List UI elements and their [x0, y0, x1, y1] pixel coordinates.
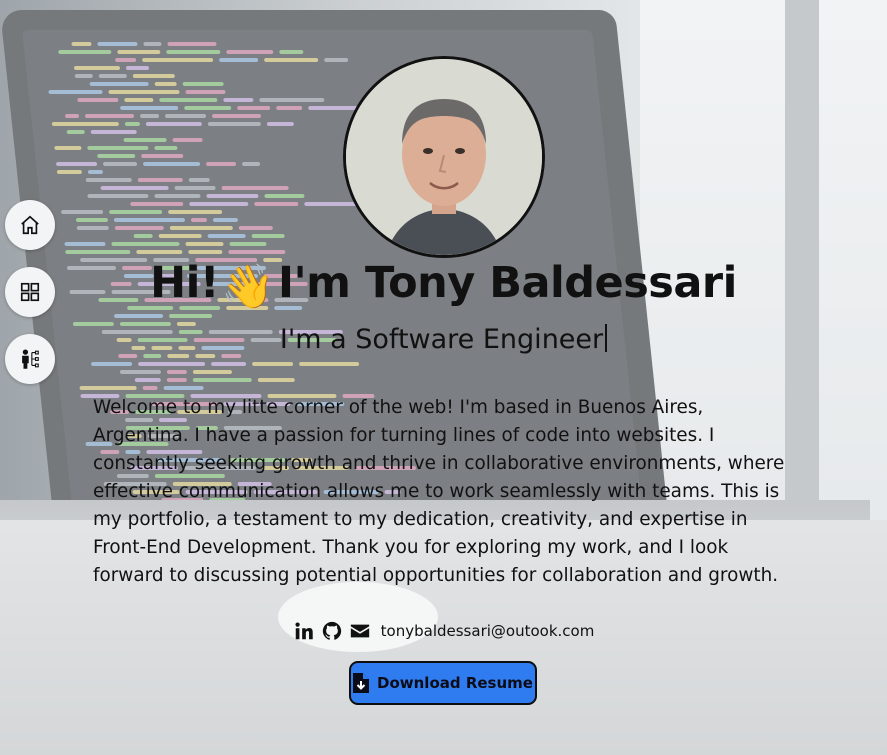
greeting-text: Hi! — [150, 258, 219, 308]
profile-avatar — [343, 56, 545, 258]
about-paragraph: Welcome to my litte corner of the web! I… — [93, 397, 785, 586]
role-text: I'm a Software Engineer — [279, 324, 604, 355]
nav-home-button[interactable] — [5, 200, 55, 250]
role-subtitle: I'm a Software Engineer — [0, 324, 887, 355]
linkedin-icon[interactable] — [293, 620, 315, 642]
page-title: Hi!👋I'm Tony Baldessari — [0, 258, 887, 312]
home-icon — [21, 215, 39, 235]
name-text: I'm Tony Baldessari — [278, 258, 737, 308]
github-icon[interactable] — [321, 620, 343, 642]
mail-icon[interactable] — [349, 620, 371, 642]
wave-icon: 👋 — [220, 262, 275, 312]
profile-photo — [346, 59, 542, 255]
download-resume-label: Download Resume — [377, 674, 533, 692]
contact-row: tonybaldessari@outook.com — [0, 620, 887, 642]
email-link[interactable]: tonybaldessari@outook.com — [381, 622, 595, 640]
typing-caret — [605, 324, 608, 352]
file-download-icon — [353, 673, 370, 693]
download-resume-button[interactable]: Download Resume — [349, 661, 537, 705]
